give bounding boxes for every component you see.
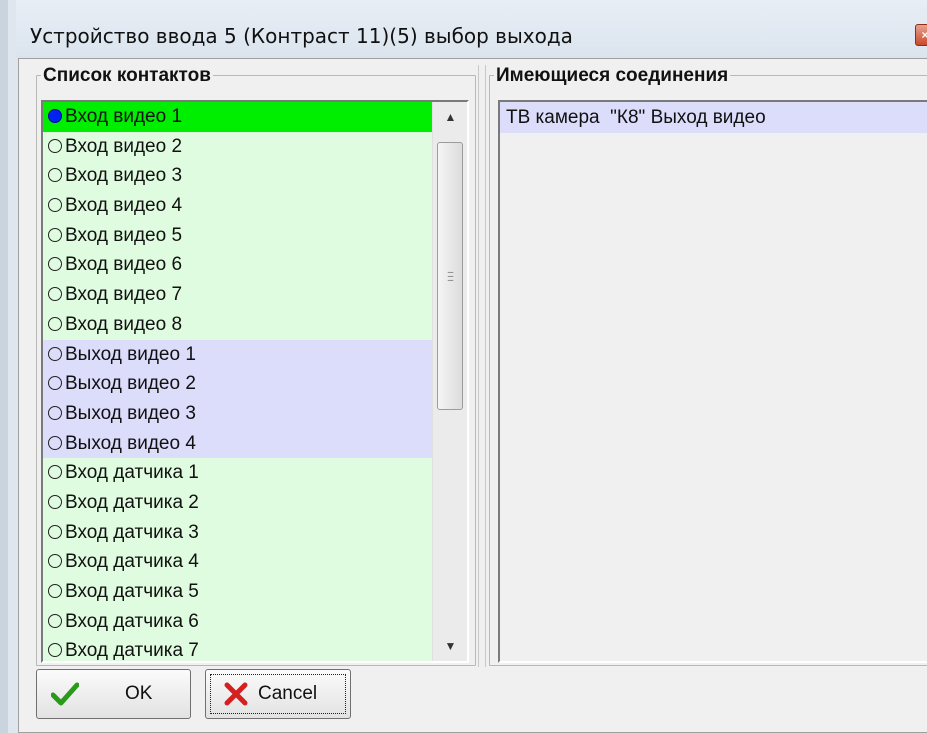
scroll-thumb[interactable]: – – – [437, 142, 463, 410]
list-item-label: Выход видео 1 [65, 343, 196, 365]
list-item[interactable]: Вход датчика 6 [43, 606, 432, 637]
list-item-label: Вход видео 4 [65, 195, 183, 217]
list-item[interactable]: Вход видео 4 [43, 191, 432, 221]
radio-empty-icon [48, 346, 62, 361]
cancel-button[interactable]: Cancel [205, 669, 351, 719]
list-item[interactable]: Вход видео 2 [43, 131, 432, 162]
checkmark-icon [50, 681, 80, 713]
list-item-label: Вход видео 6 [65, 254, 183, 276]
ok-label: OK [125, 683, 153, 704]
connections-group-title: Имеющиеся соединения [494, 65, 731, 86]
radio-empty-icon [48, 584, 62, 598]
grip-icon: – – – [447, 267, 454, 286]
radio-empty-icon [48, 168, 62, 183]
connections-listbox[interactable]: ТВ камера "К8" Выход видео [498, 100, 927, 663]
list-item-label: Вход датчика 1 [65, 462, 199, 484]
list-item-label: Выход видео 4 [65, 432, 196, 454]
list-item-label: Вход датчика 2 [65, 491, 199, 513]
close-button[interactable]: × [915, 24, 927, 46]
cancel-label: Cancel [258, 683, 318, 704]
list-item[interactable]: Вход датчика 1 [43, 458, 432, 488]
x-icon [223, 681, 249, 713]
contacts-group-title: Список контактов [41, 65, 213, 86]
list-item[interactable]: Вход видео 1 [43, 102, 432, 132]
radio-empty-icon [48, 316, 62, 331]
radio-empty-icon [48, 524, 62, 539]
contacts-listbox[interactable]: Вход видео 1 Вход видео 2 Вход видео 3 Вход… [41, 100, 469, 663]
list-item[interactable]: Вход датчика 2 [43, 487, 432, 518]
radio-filled-icon [48, 109, 62, 123]
list-item[interactable]: Выход видео 1 [43, 339, 432, 370]
dialog-client: Список контактов Вход видео 1 Вход видео … [18, 58, 927, 733]
connections-group: Имеющиеся соединения ТВ камера "К8" Выхо… [489, 66, 927, 666]
radio-empty-icon [48, 465, 62, 480]
list-item-label: Вход датчика 5 [65, 581, 199, 602]
list-item-label: Вход видео 2 [65, 135, 183, 157]
list-item-label: Вход видео 5 [65, 224, 183, 246]
radio-empty-icon [48, 138, 62, 153]
radio-empty-icon [48, 494, 62, 509]
list-item[interactable]: Вход видео 5 [43, 220, 432, 251]
radio-empty-icon [48, 613, 62, 628]
dialog-window: Устройство ввода 5 (Контраст 11)(5) выбо… [0, 0, 927, 733]
radio-empty-icon [48, 227, 62, 242]
radio-empty-icon [48, 257, 62, 272]
list-item-label: Выход видео 2 [65, 373, 196, 395]
list-item-label: Выход видео 3 [65, 402, 196, 424]
radio-empty-icon [48, 405, 62, 420]
panel-splitter[interactable] [478, 65, 486, 667]
contacts-scrollbar[interactable]: ▲ – – – ▼ [432, 102, 467, 661]
list-item[interactable]: Вход видео 8 [43, 309, 432, 340]
list-item-label: Вход датчика 3 [65, 521, 199, 543]
list-item-label: Вход видео 1 [65, 106, 183, 127]
contacts-group: Список контактов Вход видео 1 Вход видео … [36, 66, 476, 666]
radio-empty-icon [48, 643, 62, 658]
list-item[interactable]: Вход датчика 3 [43, 517, 432, 548]
contacts-list: Вход видео 1 Вход видео 2 Вход видео 3 Вход… [43, 102, 432, 661]
list-item[interactable]: Вход датчика 5 [43, 577, 432, 607]
radio-empty-icon [48, 287, 62, 302]
window-title: Устройство ввода 5 (Контраст 11)(5) выбо… [30, 24, 573, 48]
list-item-label: Вход видео 7 [65, 284, 183, 306]
radio-empty-icon [48, 554, 62, 569]
connection-item[interactable]: ТВ камера "К8" Выход видео [500, 102, 927, 133]
list-item[interactable]: Выход видео 3 [43, 398, 432, 429]
list-item[interactable]: Вход видео 6 [43, 250, 432, 281]
list-item[interactable]: Выход видео 2 [43, 369, 432, 399]
scroll-up-arrow-icon[interactable]: ▲ [433, 102, 467, 132]
list-item[interactable]: Вход видео 7 [43, 280, 432, 310]
list-item[interactable]: Вход видео 3 [43, 161, 432, 192]
list-item[interactable]: Выход видео 4 [43, 428, 432, 459]
ok-button[interactable]: OK [36, 669, 191, 719]
radio-empty-icon [48, 198, 62, 213]
list-item-label: Вход датчика 6 [65, 610, 199, 632]
list-item[interactable]: Вход датчика 4 [43, 547, 432, 577]
title-bar[interactable]: Устройство ввода 5 (Контраст 11)(5) выбо… [16, 0, 927, 58]
list-item-label: Вход видео 8 [65, 313, 183, 335]
list-item[interactable]: Вход датчика 7 [43, 636, 432, 661]
radio-empty-icon [48, 376, 62, 391]
scroll-down-arrow-icon[interactable]: ▼ [433, 631, 467, 661]
radio-empty-icon [48, 435, 62, 450]
list-item-label: Вход датчика 7 [65, 640, 199, 661]
list-item-label: Вход видео 3 [65, 165, 183, 187]
list-item-label: Вход датчика 4 [65, 551, 199, 573]
